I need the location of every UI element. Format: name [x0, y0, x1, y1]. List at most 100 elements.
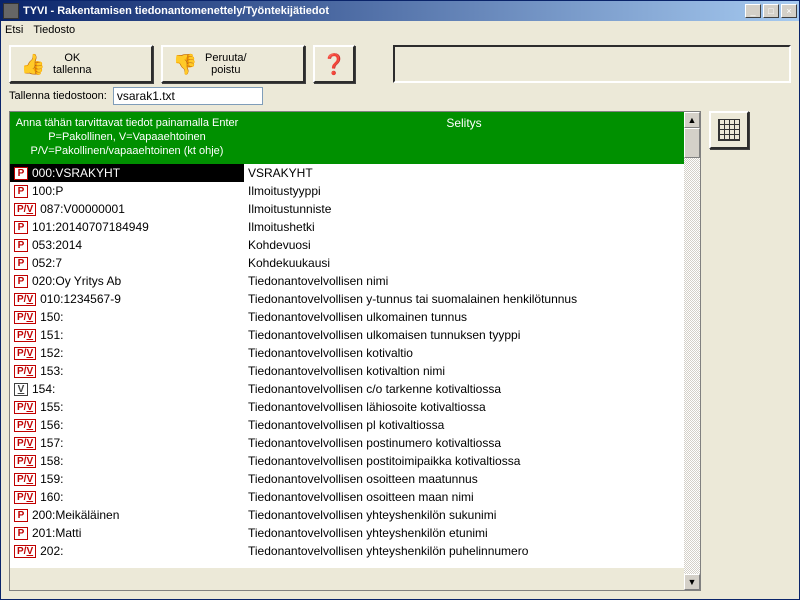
mandatory-tag: P — [14, 185, 28, 198]
table-row[interactable]: P100:PIlmoitustyyppi — [10, 182, 684, 200]
row-desc-cell: Kohdekuukausi — [244, 254, 684, 272]
row-code: 153: — [40, 364, 63, 378]
mandatory-tag: P — [14, 239, 28, 252]
row-code-cell[interactable]: P/V152: — [10, 344, 244, 362]
row-code-cell[interactable]: P052:7 — [10, 254, 244, 272]
table-row[interactable]: P/V156:Tiedonantovelvollisen pl kotivalt… — [10, 416, 684, 434]
row-desc-cell: Tiedonantovelvollisen yhteyshenkilön suk… — [244, 506, 684, 524]
ok-save-button[interactable]: OK tallenna — [9, 45, 153, 83]
row-code-cell[interactable]: V154: — [10, 380, 244, 398]
help-button[interactable] — [313, 45, 355, 83]
row-desc-cell: Tiedonantovelvollisen pl kotivaltiossa — [244, 416, 684, 434]
row-desc-cell: Tiedonantovelvollisen kotivaltio — [244, 344, 684, 362]
row-code: 010:1234567-9 — [40, 292, 121, 306]
row-desc-cell: Tiedonantovelvollisen ulkomaisen tunnuks… — [244, 326, 684, 344]
save-filename-input[interactable] — [113, 87, 263, 105]
grid-body: P000:VSRAKYHTVSRAKYHTP100:PIlmoitustyypp… — [10, 164, 684, 560]
vertical-scrollbar[interactable]: ▲ ▼ — [684, 112, 700, 590]
table-row[interactable]: P000:VSRAKYHTVSRAKYHT — [10, 164, 684, 182]
row-code: 154: — [32, 382, 55, 396]
menubar: Etsi Tiedosto — [1, 21, 799, 39]
table-row[interactable]: P/V155:Tiedonantovelvollisen lähiosoite … — [10, 398, 684, 416]
row-code-cell[interactable]: P020:Oy Yritys Ab — [10, 272, 244, 290]
row-desc-cell: Tiedonantovelvollisen kotivaltion nimi — [244, 362, 684, 380]
table-row[interactable]: P053:2014Kohdevuosi — [10, 236, 684, 254]
mandatory-tag: P — [14, 167, 28, 180]
row-code-cell[interactable]: P/V 153: — [10, 362, 244, 380]
table-row[interactable]: P/V157:Tiedonantovelvollisen postinumero… — [10, 434, 684, 452]
maximize-button[interactable]: □ — [763, 4, 779, 18]
row-desc-cell: Tiedonantovelvollisen y-tunnus tai suoma… — [244, 290, 684, 308]
table-row[interactable]: P101:20140707184949Ilmoitushetki — [10, 218, 684, 236]
row-code-cell[interactable]: P/V087:V00000001 — [10, 200, 244, 218]
mandatory-tag: P — [14, 275, 28, 288]
menu-find[interactable]: Etsi — [5, 24, 23, 36]
mandatory-tag: P/V — [14, 545, 36, 558]
row-code: 155: — [40, 400, 63, 414]
row-code-cell[interactable]: P/V010:1234567-9 — [10, 290, 244, 308]
row-code-cell[interactable]: P/V156: — [10, 416, 244, 434]
table-row[interactable]: P/V152:Tiedonantovelvollisen kotivaltio — [10, 344, 684, 362]
table-row[interactable]: P/V159:Tiedonantovelvollisen osoitteen m… — [10, 470, 684, 488]
row-desc-cell: Ilmoitustunniste — [244, 200, 684, 218]
row-code-cell[interactable]: P/V157: — [10, 434, 244, 452]
row-code: 151: — [40, 328, 63, 342]
row-code: 201:Matti — [32, 526, 81, 540]
table-row[interactable]: P/V202:Tiedonantovelvollisen yhteyshenki… — [10, 542, 684, 560]
table-row[interactable]: P/V087:V00000001Ilmoitustunniste — [10, 200, 684, 218]
data-grid[interactable]: Anna tähän tarvittavat tiedot painamalla… — [10, 112, 684, 568]
table-row[interactable]: P/V160:Tiedonantovelvollisen osoitteen m… — [10, 488, 684, 506]
row-code-cell[interactable]: P/V158: — [10, 452, 244, 470]
main-area: Anna tähän tarvittavat tiedot painamalla… — [1, 111, 799, 599]
row-code: 087:V00000001 — [40, 202, 125, 216]
row-code-cell[interactable]: P/V155: — [10, 398, 244, 416]
table-row[interactable]: P/V150:Tiedonantovelvollisen ulkomainen … — [10, 308, 684, 326]
grid-header: Anna tähän tarvittavat tiedot painamalla… — [10, 112, 684, 164]
row-code: 159: — [40, 472, 63, 486]
menu-file[interactable]: Tiedosto — [33, 24, 75, 36]
row-code-cell[interactable]: P/V202: — [10, 542, 244, 560]
save-label: Tallenna tiedostoon: — [9, 90, 107, 102]
window-buttons: _ □ × — [745, 4, 797, 18]
scroll-down-button[interactable]: ▼ — [684, 574, 700, 590]
row-code: 000:VSRAKYHT — [32, 166, 120, 180]
table-row[interactable]: P052:7Kohdekuukausi — [10, 254, 684, 272]
grid-view-button[interactable] — [709, 111, 749, 149]
row-code-cell[interactable]: P/V150: — [10, 308, 244, 326]
scroll-thumb[interactable] — [684, 128, 700, 158]
table-row[interactable]: V154:Tiedonantovelvollisen c/o tarkenne … — [10, 380, 684, 398]
close-button[interactable]: × — [781, 4, 797, 18]
table-row[interactable]: P/V151:Tiedonantovelvollisen ulkomaisen … — [10, 326, 684, 344]
cancel-button[interactable]: Peruuta/ poistu — [161, 45, 305, 83]
row-code-cell[interactable]: P 000:VSRAKYHT — [10, 164, 244, 182]
table-row[interactable]: P/V158:Tiedonantovelvollisen postitoimip… — [10, 452, 684, 470]
table-row[interactable]: P200:MeikäläinenTiedonantovelvollisen yh… — [10, 506, 684, 524]
row-code: 152: — [40, 346, 63, 360]
scroll-track[interactable] — [684, 158, 700, 574]
row-code-cell[interactable]: P/V151: — [10, 326, 244, 344]
status-box — [393, 45, 791, 83]
row-code-cell[interactable]: P/V159: — [10, 470, 244, 488]
row-code-cell[interactable]: P201:Matti — [10, 524, 244, 542]
scroll-up-button[interactable]: ▲ — [684, 112, 700, 128]
table-row[interactable]: P020:Oy Yritys AbTiedonantovelvollisen n… — [10, 272, 684, 290]
table-row[interactable]: P/V010:1234567-9Tiedonantovelvollisen y-… — [10, 290, 684, 308]
table-row[interactable]: P201:MattiTiedonantovelvollisen yhteyshe… — [10, 524, 684, 542]
row-code-cell[interactable]: P200:Meikäläinen — [10, 506, 244, 524]
row-code-cell[interactable]: P/V160: — [10, 488, 244, 506]
row-code-cell[interactable]: P101:20140707184949 — [10, 218, 244, 236]
row-code: 200:Meikäläinen — [32, 508, 119, 522]
mandatory-tag: P/V — [14, 491, 36, 504]
row-desc-cell: Tiedonantovelvollisen postitoimipaikka k… — [244, 452, 684, 470]
row-desc-cell: Ilmoitushetki — [244, 218, 684, 236]
row-code-cell[interactable]: P053:2014 — [10, 236, 244, 254]
row-code: 156: — [40, 418, 63, 432]
row-desc-cell: Tiedonantovelvollisen nimi — [244, 272, 684, 290]
row-code: 101:20140707184949 — [32, 220, 149, 234]
mandatory-tag: P/V — [14, 365, 36, 378]
mandatory-tag: P/V — [14, 311, 36, 324]
row-code-cell[interactable]: P100:P — [10, 182, 244, 200]
minimize-button[interactable]: _ — [745, 4, 761, 18]
table-row[interactable]: P/V 153: Tiedonantovelvollisen kotivaltion… — [10, 362, 684, 380]
side-panel — [709, 111, 749, 591]
